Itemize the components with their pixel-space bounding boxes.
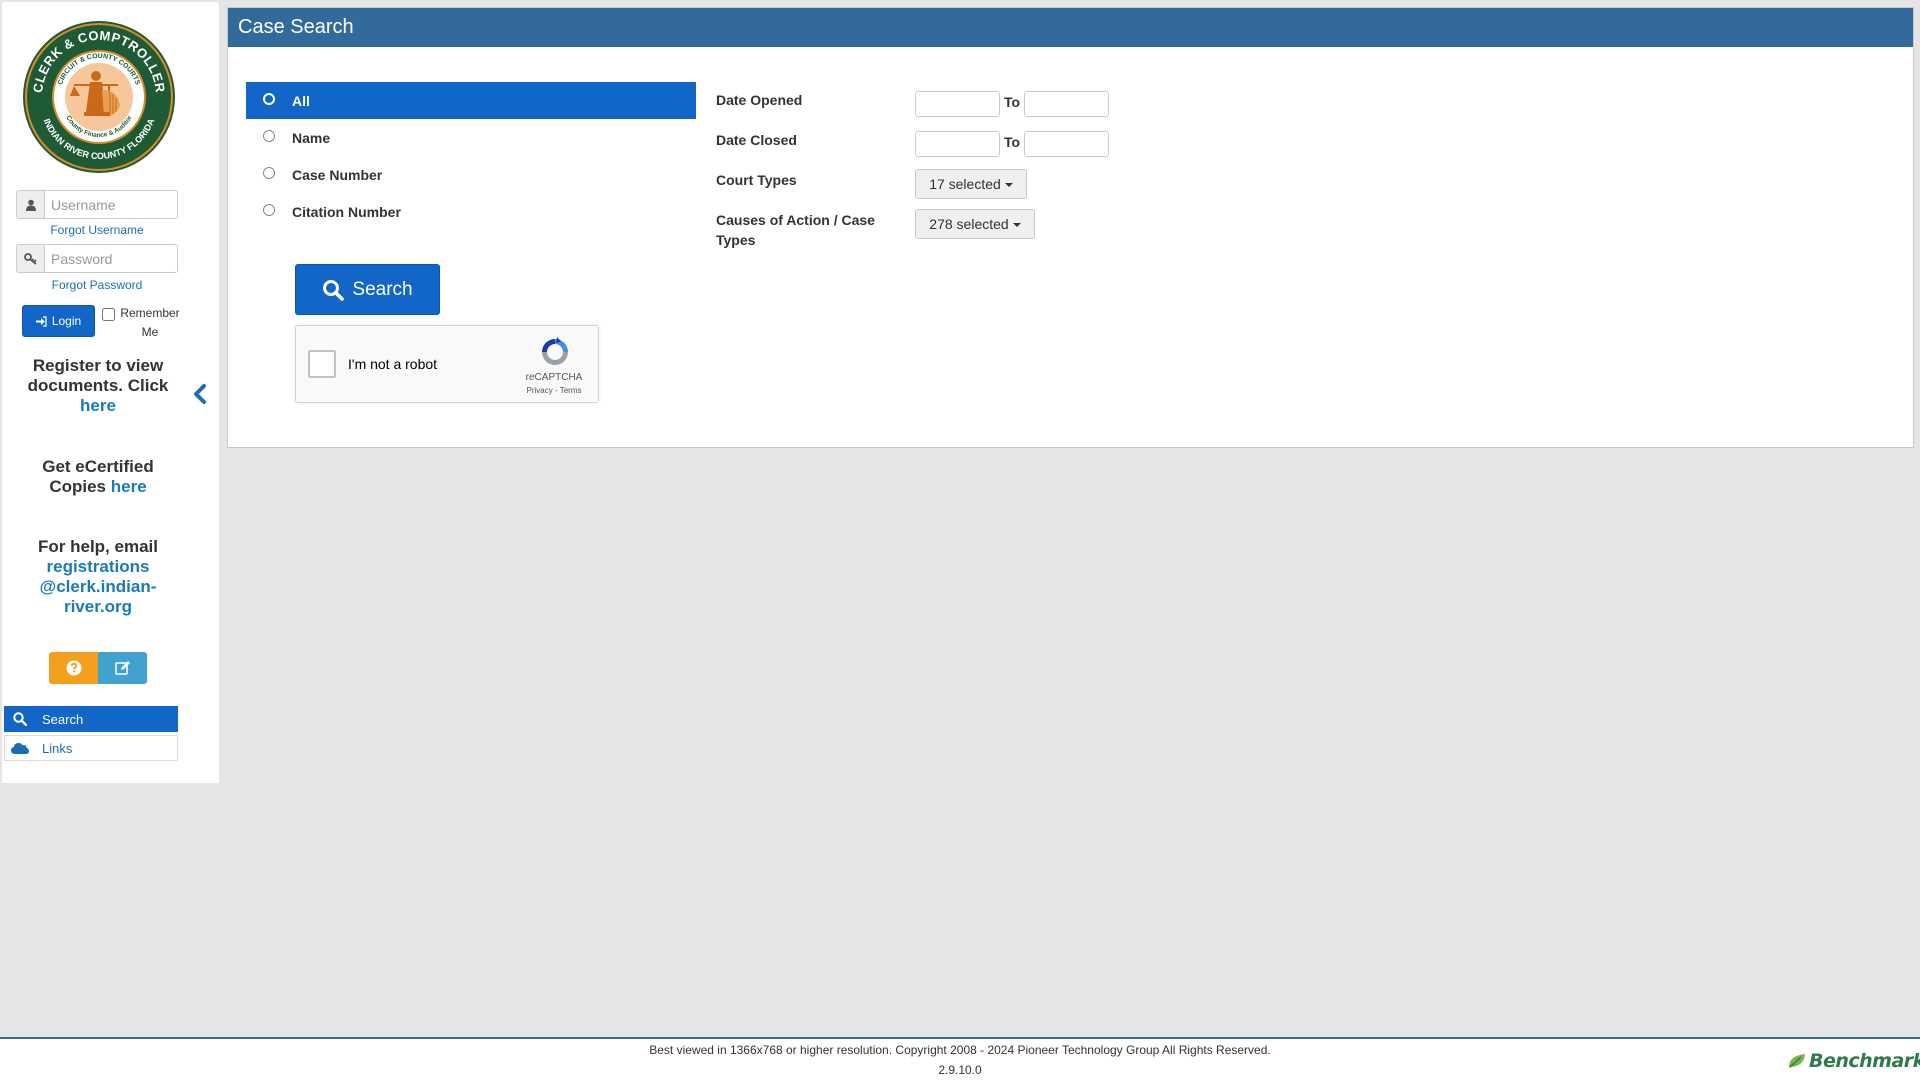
search-button-label: Search: [352, 278, 413, 300]
date-closed-from-input[interactable]: [915, 131, 1000, 157]
search-type-label: Citation Number: [292, 203, 401, 220]
username-input[interactable]: [44, 190, 178, 219]
recaptcha-label: I'm not a robot: [348, 356, 438, 372]
benchmark-logo-text: Benchmark: [1809, 1050, 1920, 1072]
court-types-value: 17 selected: [929, 176, 1001, 192]
case-types-dropdown[interactable]: 278 selected: [915, 209, 1035, 239]
leaf-icon: [1788, 1054, 1805, 1068]
search-type-label: Case Number: [292, 166, 383, 183]
date-opened-to-input[interactable]: [1024, 91, 1109, 117]
footer-version: 2.9.10.0: [938, 1063, 982, 1077]
causes-label-line-2: Types: [716, 232, 756, 248]
causes-of-action-label: Causes of Action / Case Types: [716, 210, 896, 250]
sign-in-icon: [35, 315, 47, 327]
help-email-line-1: registrations: [46, 557, 150, 576]
footer-copyright: Best viewed in 1366x768 or higher resolu…: [649, 1043, 1271, 1057]
radio-button[interactable]: [263, 167, 275, 179]
edit-button[interactable]: [98, 652, 147, 684]
radio-button[interactable]: [263, 204, 275, 216]
caret-down-icon: [1004, 183, 1013, 187]
password-input[interactable]: [44, 244, 178, 273]
username-group: [16, 190, 178, 219]
caret-down-icon: [1012, 223, 1021, 227]
sidebar-item-label: Search: [42, 711, 84, 727]
recaptcha-logo-icon: [542, 337, 568, 365]
register-note: Register to view documents. Click here: [12, 356, 184, 416]
search-button[interactable]: Search: [295, 264, 440, 315]
cloud-icon: [5, 742, 35, 754]
register-link[interactable]: here: [80, 396, 116, 415]
radio-button[interactable]: [263, 93, 275, 105]
search-type-name[interactable]: Name: [246, 119, 696, 156]
recaptcha-checkbox[interactable]: [308, 350, 336, 378]
chevron-left-icon[interactable]: [192, 383, 208, 405]
date-closed-to-input[interactable]: [1024, 131, 1109, 157]
to-label: To: [1004, 94, 1021, 110]
recaptcha-brand: reCAPTCHA: [525, 372, 583, 383]
search-type-label: All: [292, 92, 310, 109]
sidebar-action-buttons: [49, 652, 147, 684]
causes-label-line-1: Causes of Action / Case: [716, 212, 875, 228]
help-email-link[interactable]: registrations @clerk.indian- river.org: [40, 557, 157, 616]
edit-icon: [114, 661, 130, 675]
login-button[interactable]: Login: [22, 305, 95, 337]
clerk-seal-logo: CLERK & COMPTROLLER CIRCUIT & COUNTY COU…: [23, 21, 175, 173]
case-types-value: 278 selected: [929, 216, 1009, 232]
user-icon: [16, 190, 44, 219]
question-circle-icon: [66, 660, 81, 676]
footer: Best viewed in 1366x768 or higher resolu…: [0, 1037, 1920, 1080]
remember-me-checkbox[interactable]: [102, 308, 115, 321]
password-group: [16, 244, 178, 273]
radio-button[interactable]: [263, 130, 275, 142]
help-button[interactable]: [49, 652, 98, 684]
recaptcha-terms-link[interactable]: Privacy - Terms: [514, 386, 594, 395]
search-icon: [323, 279, 345, 301]
date-closed-label: Date Closed: [716, 132, 797, 148]
date-opened-label: Date Opened: [716, 92, 803, 108]
login-label: Login: [51, 314, 82, 328]
key-icon: [16, 244, 44, 273]
sidebar-item-search[interactable]: Search: [4, 706, 178, 732]
court-types-label: Court Types: [716, 172, 797, 188]
search-type-all[interactable]: All: [246, 82, 696, 119]
help-text: For help, email: [38, 537, 158, 556]
help-email-line-3: river.org: [63, 597, 133, 616]
register-text: Register to view documents. Click: [27, 356, 169, 395]
court-types-dropdown[interactable]: 17 selected: [915, 169, 1027, 199]
help-email-line-2: @clerk.indian-: [39, 577, 157, 596]
to-label: To: [1004, 134, 1021, 150]
help-note: For help, email registrations @clerk.ind…: [12, 537, 184, 617]
search-type-label: Name: [292, 129, 331, 146]
ecertified-link[interactable]: here: [111, 477, 147, 496]
sidebar: CLERK & COMPTROLLER CIRCUIT & COUNTY COU…: [2, 2, 219, 783]
date-opened-from-input[interactable]: [915, 91, 1000, 117]
recaptcha-widget: I'm not a robot reCAPTCHA Privacy - Term…: [295, 325, 599, 403]
forgot-password-link[interactable]: Forgot Password: [16, 278, 178, 292]
case-search-panel: Case Search All Name Case Number Citatio…: [227, 7, 1914, 448]
sidebar-item-links[interactable]: Links: [4, 735, 178, 761]
ecertified-note: Get eCertified Copies here: [12, 457, 184, 497]
search-type-case-number[interactable]: Case Number: [246, 156, 696, 193]
sidebar-item-label: Links: [42, 740, 73, 756]
benchmark-logo: Benchmark: [1787, 1049, 1920, 1073]
page-title: Case Search: [228, 8, 1913, 47]
forgot-username-link[interactable]: Forgot Username: [16, 223, 178, 237]
search-type-citation-number[interactable]: Citation Number: [246, 193, 696, 230]
remember-me[interactable]: Remember Me: [102, 304, 182, 342]
search-icon: [5, 712, 35, 726]
